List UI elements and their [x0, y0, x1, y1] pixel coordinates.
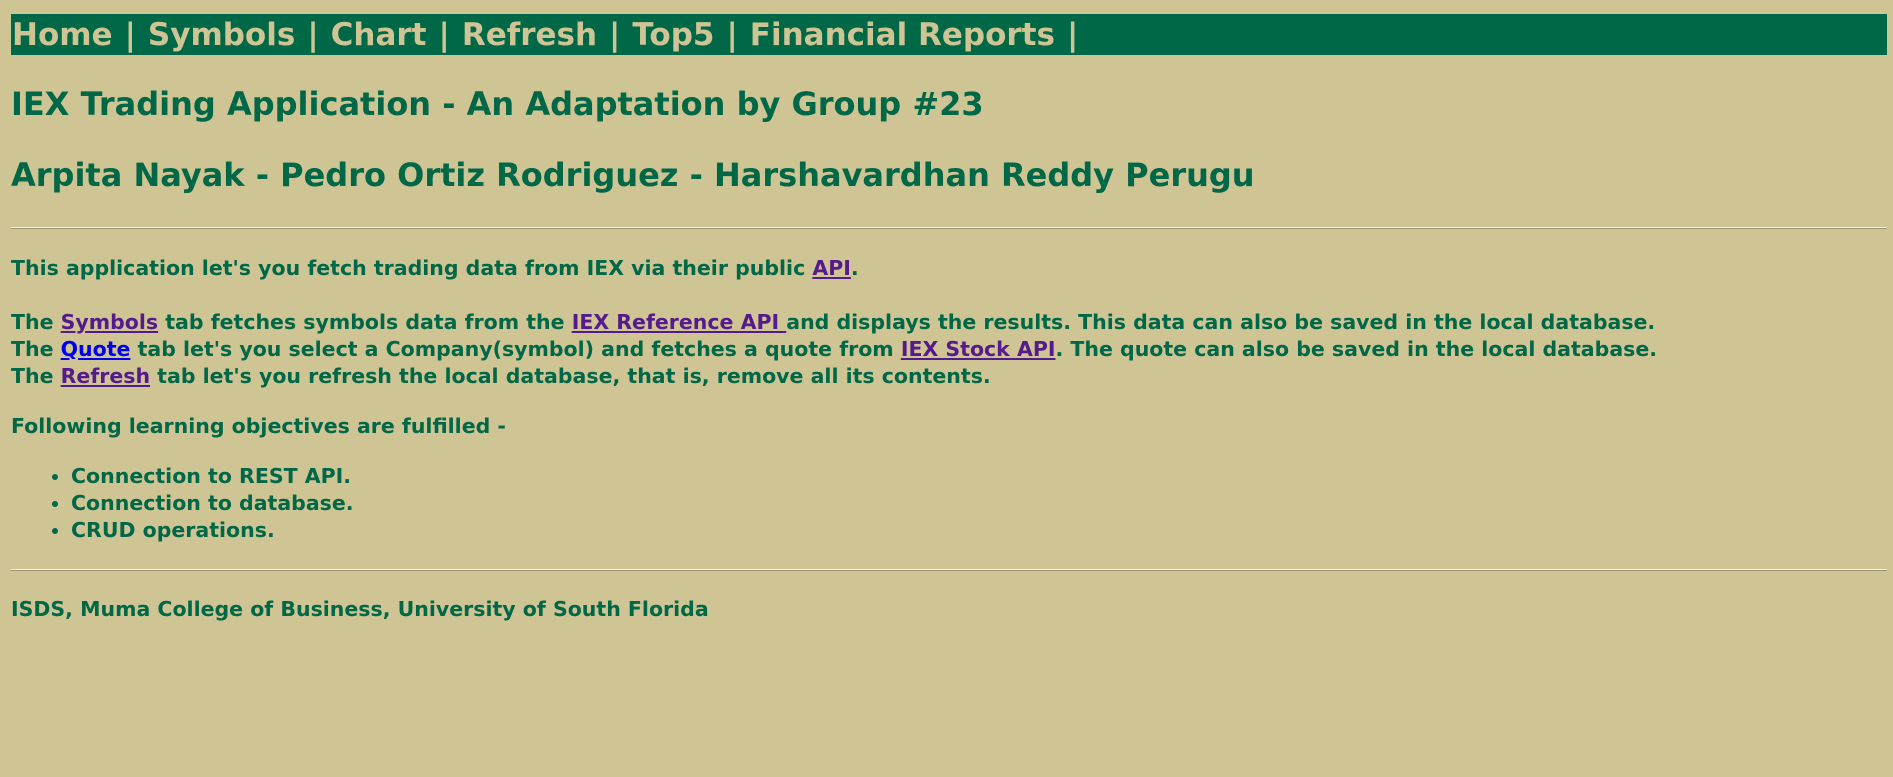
intro-end: .: [850, 256, 859, 280]
quote-line-middle: tab let's you select a Company(symbol) a…: [130, 337, 901, 361]
nav-financial-reports-link[interactable]: Financial Reports: [749, 17, 1056, 53]
refresh-tab-link[interactable]: Refresh: [61, 364, 150, 388]
refresh-line-prefix: The: [11, 364, 61, 388]
intro-paragraph: This application let's you fetch trading…: [11, 255, 859, 282]
iex-reference-api-link[interactable]: IEX Reference API: [572, 310, 787, 334]
symbols-line-middle: tab fetches symbols data from the: [158, 310, 572, 334]
iex-stock-api-link[interactable]: IEX Stock API: [901, 337, 1056, 361]
quote-description: The Quote tab let's you select a Company…: [11, 336, 1657, 363]
symbols-line-prefix: The: [11, 310, 61, 334]
objectives-heading: Following learning objectives are fulfil…: [11, 414, 506, 438]
quote-tab-link[interactable]: Quote: [61, 337, 131, 361]
api-link[interactable]: API: [812, 256, 851, 280]
nav-refresh-link[interactable]: Refresh: [461, 17, 598, 53]
divider: [11, 227, 1887, 229]
refresh-description: The Refresh tab let's you refresh the lo…: [11, 363, 991, 390]
symbols-line-suffix: and displays the results. This data can …: [786, 310, 1656, 334]
authors-heading: Arpita Nayak - Pedro Ortiz Rodriguez - H…: [11, 156, 1255, 194]
nav-separator: |: [1066, 16, 1079, 53]
symbols-description: The Symbols tab fetches symbols data fro…: [11, 309, 1655, 336]
nav-separator: |: [609, 16, 621, 53]
nav-separator: |: [124, 16, 136, 53]
divider: [11, 569, 1887, 571]
nav-home-link[interactable]: Home: [11, 17, 114, 53]
nav-chart-link[interactable]: Chart: [330, 17, 428, 53]
quote-line-prefix: The: [11, 337, 61, 361]
page-title: IEX Trading Application - An Adaptation …: [11, 85, 984, 123]
objectives-list: Connection to REST API. Connection to da…: [11, 463, 354, 544]
intro-text: This application let's you fetch trading…: [11, 256, 813, 280]
nav-separator: |: [726, 16, 738, 53]
nav-separator: |: [438, 16, 450, 53]
list-item: Connection to database.: [71, 490, 354, 517]
refresh-line-suffix: tab let's you refresh the local database…: [150, 364, 991, 388]
nav-separator: |: [307, 16, 319, 53]
footer-text: ISDS, Muma College of Business, Universi…: [11, 597, 709, 621]
quote-line-suffix: . The quote can also be saved in the loc…: [1055, 337, 1658, 361]
top-navigation-bar: Home | Symbols | Chart | Refresh | Top5 …: [11, 14, 1887, 55]
nav-top5-link[interactable]: Top5: [631, 17, 715, 53]
list-item: CRUD operations.: [71, 517, 354, 544]
symbols-tab-link[interactable]: Symbols: [61, 310, 158, 334]
list-item: Connection to REST API.: [71, 463, 354, 490]
nav-symbols-link[interactable]: Symbols: [147, 17, 296, 53]
